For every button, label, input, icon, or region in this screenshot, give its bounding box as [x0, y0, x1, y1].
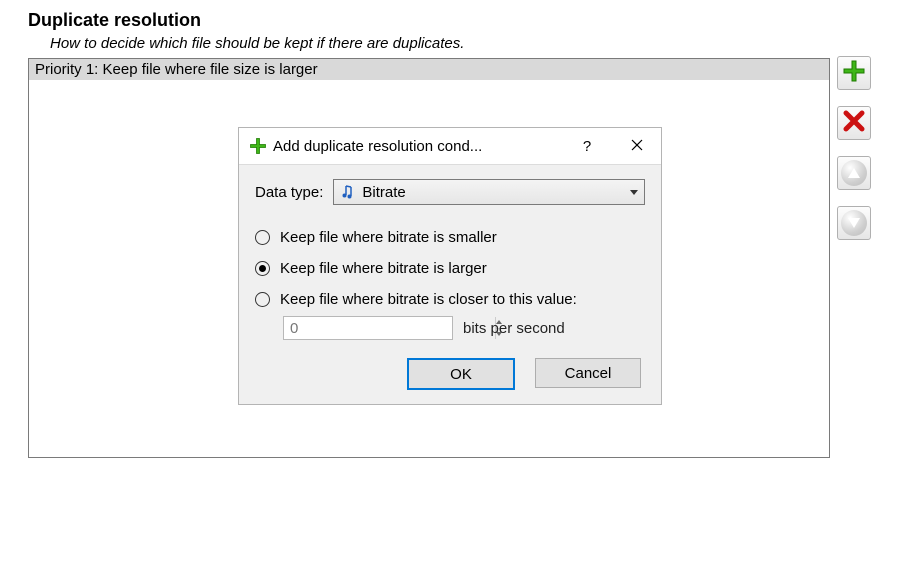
cancel-button[interactable]: Cancel — [535, 358, 641, 388]
x-icon — [842, 109, 866, 137]
radio-icon — [255, 230, 270, 245]
move-up-button[interactable] — [837, 156, 871, 190]
rule-row[interactable]: Priority 1: Keep file where file size is… — [29, 59, 829, 80]
dialog-titlebar[interactable]: Add duplicate resolution cond... ? — [239, 128, 661, 165]
arrow-up-icon — [841, 160, 867, 186]
plus-icon — [249, 137, 267, 155]
arrow-down-icon — [841, 210, 867, 236]
section-title: Duplicate resolution — [28, 10, 872, 31]
radio-icon — [255, 261, 270, 276]
delete-button[interactable] — [837, 106, 871, 140]
value-spinbox[interactable] — [283, 316, 453, 340]
data-type-combo[interactable]: Bitrate — [333, 179, 645, 205]
move-down-button[interactable] — [837, 206, 871, 240]
music-note-icon — [340, 184, 356, 200]
chevron-down-icon — [630, 190, 638, 195]
section-subtitle: How to decide which file should be kept … — [50, 35, 872, 52]
add-button[interactable] — [837, 56, 871, 90]
close-icon — [631, 138, 643, 155]
plus-icon — [842, 59, 866, 87]
add-condition-dialog: Add duplicate resolution cond... ? Data … — [238, 127, 662, 405]
unit-label: bits per second — [463, 320, 565, 337]
ok-button[interactable]: OK — [407, 358, 515, 390]
help-button[interactable]: ? — [567, 134, 607, 158]
radio-label: Keep file where bitrate is closer to thi… — [280, 291, 577, 308]
data-type-value: Bitrate — [362, 184, 405, 201]
radio-closer[interactable]: Keep file where bitrate is closer to thi… — [255, 291, 645, 308]
radio-smaller[interactable]: Keep file where bitrate is smaller — [255, 229, 645, 246]
data-type-label: Data type: — [255, 184, 323, 201]
radio-label: Keep file where bitrate is larger — [280, 260, 487, 277]
radio-label: Keep file where bitrate is smaller — [280, 229, 497, 246]
radio-group: Keep file where bitrate is smaller Keep … — [255, 229, 645, 308]
dialog-title: Add duplicate resolution cond... — [273, 138, 567, 155]
radio-icon — [255, 292, 270, 307]
radio-larger[interactable]: Keep file where bitrate is larger — [255, 260, 645, 277]
close-button[interactable] — [617, 134, 657, 158]
